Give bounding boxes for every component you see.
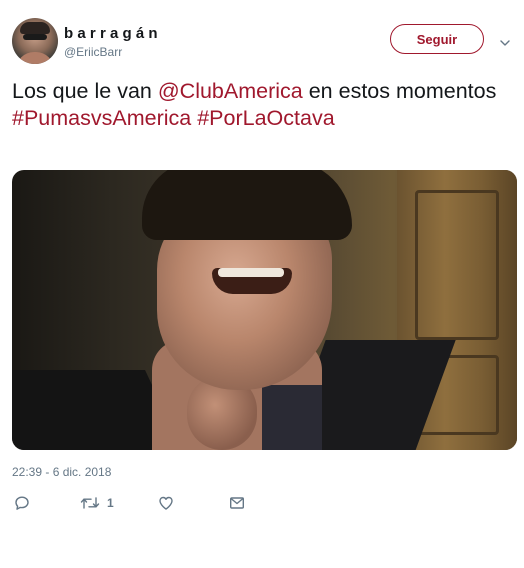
heart-icon	[159, 496, 173, 510]
tweet-header: barragán @EriicBarr Seguir	[12, 18, 512, 66]
like-button[interactable]	[158, 494, 174, 512]
user-handle[interactable]: @EriicBarr	[64, 45, 122, 59]
tweet-text-middle: en estos momentos	[302, 79, 497, 103]
envelope-icon	[230, 497, 245, 509]
retweet-button[interactable]: 1	[80, 494, 114, 512]
hashtag-link-porlaoctava[interactable]: #PorLaOctava	[197, 106, 334, 130]
display-name[interactable]: barragán	[64, 25, 162, 42]
reply-icon	[15, 496, 29, 510]
retweet-icon	[80, 497, 100, 509]
hashtag-link-pumasvsamerica[interactable]: #PumasvsAmerica	[12, 106, 191, 130]
mention-link[interactable]: @ClubAmerica	[158, 79, 303, 103]
reply-button[interactable]	[14, 494, 30, 512]
tweet-media-image[interactable]	[12, 170, 517, 450]
tweet-actions: 1	[12, 494, 312, 512]
follow-button[interactable]: Seguir	[390, 24, 484, 54]
chevron-down-icon[interactable]	[500, 38, 510, 48]
direct-message-button[interactable]	[229, 494, 245, 512]
retweet-count: 1	[107, 496, 114, 510]
tweet-timestamp[interactable]: 22:39 - 6 dic. 2018	[12, 465, 111, 479]
tweet-text-prefix: Los que le van	[12, 79, 158, 103]
avatar[interactable]	[12, 18, 58, 64]
tweet-text: Los que le van @ClubAmerica en estos mom…	[12, 78, 512, 132]
